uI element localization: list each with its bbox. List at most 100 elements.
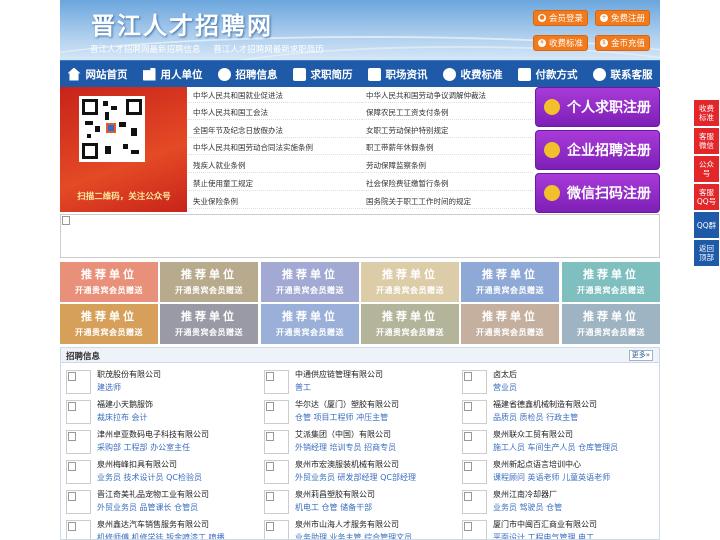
- company-name-link[interactable]: 泉州鑫达汽车销售服务有限公司: [97, 519, 209, 530]
- site-title[interactable]: 晋江人才招聘网: [91, 6, 273, 41]
- company-name-link[interactable]: 泉州梅峰扣具有限公司: [97, 459, 177, 470]
- company-name-link[interactable]: 华尔达（厦门）塑胶有限公司: [295, 399, 399, 410]
- nav-contact[interactable]: 联系客服: [585, 61, 660, 87]
- nav-home[interactable]: 网站首页: [60, 61, 135, 87]
- company-name-link[interactable]: 泉州新起点语言培训中心: [493, 459, 581, 470]
- job-positions-link[interactable]: 建选师: [97, 382, 121, 393]
- member-login-button[interactable]: ● 会员登录: [533, 10, 588, 26]
- company-logo[interactable]: [462, 430, 487, 454]
- company-name-link[interactable]: 艾派集团（中国）有限公司: [295, 429, 391, 440]
- company-logo[interactable]: [264, 490, 289, 514]
- company-name-link[interactable]: 福建省德鑫机械制造有限公司: [493, 399, 597, 410]
- law-link[interactable]: 中华人民共和国劳动争议调解仲裁法: [361, 88, 533, 103]
- company-logo[interactable]: [462, 400, 487, 424]
- job-positions-link[interactable]: 外贸业务员 品管课长 仓管员: [97, 502, 198, 513]
- company-name-link[interactable]: 津州卓亚数码电子科技有限公司: [97, 429, 209, 440]
- sidebar-button[interactable]: 客服微信: [694, 128, 719, 154]
- company-name-link[interactable]: 泉州市宏澳服装机械有限公司: [295, 459, 399, 470]
- law-link[interactable]: 国务院关于职工工作时间的规定: [361, 194, 533, 209]
- latest-jobs-link[interactable]: 晋江人才招聘网最新招聘信息: [90, 45, 201, 55]
- job-positions-link[interactable]: 采购部 工程部 办公室主任: [97, 442, 190, 453]
- company-name-link[interactable]: 泉州联众工贸有限公司: [493, 429, 573, 440]
- job-positions-link[interactable]: 外销经理 培训专员 招商专员: [295, 442, 396, 453]
- recommended-employer-tile[interactable]: 推荐单位 开通贵宾会员赠送: [461, 262, 559, 302]
- company-register-button[interactable]: 企业招聘注册: [535, 130, 660, 170]
- company-logo[interactable]: [264, 520, 289, 539]
- latest-resumes-link[interactable]: 晋江人才招聘网最新求职简历: [213, 45, 324, 55]
- job-positions-link[interactable]: 外贸业务员 研发部经理 QC部经理: [295, 472, 416, 483]
- company-logo[interactable]: [462, 460, 487, 484]
- sidebar-button[interactable]: 收费标准: [694, 100, 719, 126]
- nav-payment[interactable]: 付款方式: [510, 61, 585, 87]
- company-logo[interactable]: [66, 430, 91, 454]
- law-link[interactable]: 职工带薪年休假条例: [361, 140, 533, 155]
- law-link[interactable]: 中华人民共和国工会法: [188, 105, 360, 120]
- company-logo[interactable]: [66, 490, 91, 514]
- company-logo[interactable]: [264, 430, 289, 454]
- job-positions-link[interactable]: 施工人员 车间生产人员 仓库管理员: [493, 442, 618, 453]
- company-name-link[interactable]: 中通供应链管理有限公司: [295, 369, 383, 380]
- company-name-link[interactable]: 厦门市中闽百汇商业有限公司: [493, 519, 597, 530]
- job-positions-link[interactable]: 机修师傅 机修学徒 钣金喷漆工 喷播: [97, 532, 225, 539]
- free-register-button[interactable]: + 免费注册: [595, 10, 650, 26]
- company-name-link[interactable]: 福建小天鹅服饰: [97, 399, 153, 410]
- job-positions-link[interactable]: 课程顾问 英语老师 儿童英语老师: [493, 472, 610, 483]
- company-name-link[interactable]: 泉州莉昌塑胶有限公司: [295, 489, 375, 500]
- company-name-link[interactable]: 泉州江南冷却器厂: [493, 489, 557, 500]
- law-link[interactable]: 失业保险条例: [188, 194, 360, 209]
- law-link[interactable]: 女职工劳动保护特别规定: [361, 123, 533, 138]
- pricing-button[interactable]: ¥ 收费标准: [533, 35, 588, 51]
- more-button[interactable]: 更多»: [628, 350, 653, 361]
- job-positions-link[interactable]: 业务助理 业务主管 综合管理文员: [295, 532, 412, 539]
- nav-news[interactable]: 职场资讯: [360, 61, 435, 87]
- recommended-employer-tile[interactable]: 推荐单位 开通贵宾会员赠送: [261, 262, 359, 302]
- recommended-employer-tile[interactable]: 推荐单位 开通贵宾会员赠送: [361, 262, 459, 302]
- law-link[interactable]: 劳动保障监察条例: [361, 158, 533, 173]
- law-link[interactable]: 中华人民共和国劳动合同法实施条例: [188, 140, 360, 155]
- company-logo[interactable]: [66, 520, 91, 539]
- recommended-employer-tile[interactable]: 推荐单位 开通贵宾会员赠送: [60, 262, 158, 302]
- company-name-link[interactable]: 卤太后: [493, 369, 517, 380]
- sidebar-button[interactable]: 客服QQ号: [694, 184, 719, 210]
- company-logo[interactable]: [66, 460, 91, 484]
- ad-banner[interactable]: [60, 214, 660, 258]
- job-positions-link[interactable]: 仓管 项目工程师 冲压主管: [295, 412, 388, 423]
- law-link[interactable]: 保障农民工工资支付条例: [361, 105, 533, 120]
- jobseeker-register-button[interactable]: 个人求职注册: [535, 87, 660, 127]
- recommended-employer-tile[interactable]: 推荐单位 开通贵宾会员赠送: [261, 304, 359, 344]
- company-logo[interactable]: [66, 370, 91, 394]
- company-name-link[interactable]: 职茂股份有限公司: [97, 369, 161, 380]
- job-positions-link[interactable]: 业务员 技术设计员 QC检验员: [97, 472, 202, 483]
- company-logo[interactable]: [66, 400, 91, 424]
- company-name-link[interactable]: 晋江奇美礼品宠物工业有限公司: [97, 489, 209, 500]
- law-link[interactable]: 禁止使用童工规定: [188, 176, 360, 191]
- job-positions-link[interactable]: 营业员: [493, 382, 517, 393]
- recommended-employer-tile[interactable]: 推荐单位 开通贵宾会员赠送: [562, 304, 660, 344]
- recommended-employer-tile[interactable]: 推荐单位 开通贵宾会员赠送: [461, 304, 559, 344]
- nav-jobs[interactable]: 招聘信息: [210, 61, 285, 87]
- job-positions-link[interactable]: 平面设计 工程电气管理 电工: [493, 532, 594, 539]
- job-positions-link[interactable]: 普工: [295, 382, 311, 393]
- job-positions-link[interactable]: 裁床拉布 会计: [97, 412, 148, 423]
- company-name-link[interactable]: 泉州市山海人才服务有限公司: [295, 519, 399, 530]
- nav-pricing[interactable]: 收费标准: [435, 61, 510, 87]
- recommended-employer-tile[interactable]: 推荐单位 开通贵宾会员赠送: [160, 304, 258, 344]
- job-positions-link[interactable]: 机电工 仓管 储备干部: [295, 502, 372, 513]
- company-logo[interactable]: [462, 520, 487, 539]
- company-logo[interactable]: [264, 400, 289, 424]
- law-link[interactable]: 残疾人就业条例: [188, 158, 360, 173]
- law-link[interactable]: 中华人民共和国就业促进法: [188, 88, 360, 103]
- law-link[interactable]: 社会保险费征缴暂行条例: [361, 176, 533, 191]
- nav-resumes[interactable]: 求职简历: [285, 61, 360, 87]
- sidebar-button[interactable]: 公众号: [694, 156, 719, 182]
- company-logo[interactable]: [264, 460, 289, 484]
- company-logo[interactable]: [462, 370, 487, 394]
- company-logo[interactable]: [264, 370, 289, 394]
- nav-employers[interactable]: 用人单位: [135, 61, 210, 87]
- sidebar-button[interactable]: QQ群: [694, 212, 719, 238]
- recommended-employer-tile[interactable]: 推荐单位 开通贵宾会员赠送: [160, 262, 258, 302]
- job-positions-link[interactable]: 品质员 质检员 行政主管: [493, 412, 578, 423]
- recommended-employer-tile[interactable]: 推荐单位 开通贵宾会员赠送: [361, 304, 459, 344]
- recommended-employer-tile[interactable]: 推荐单位 开通贵宾会员赠送: [60, 304, 158, 344]
- law-link[interactable]: 全国年节及纪念日放假办法: [188, 123, 360, 138]
